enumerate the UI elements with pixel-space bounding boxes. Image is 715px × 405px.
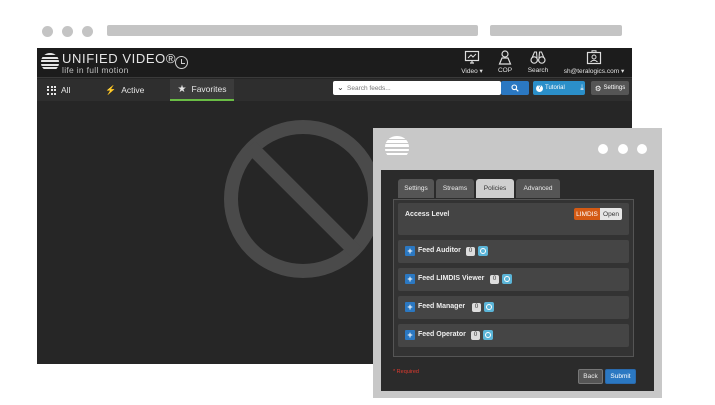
- info-icon[interactable]: [484, 302, 494, 312]
- bolt-icon: ⚡: [105, 84, 117, 95]
- star-icon: ★: [177, 83, 187, 95]
- policy-row-feed-limdis-viewer: + Feed LIMDIS Viewer 0: [398, 268, 629, 291]
- no-symbol-icon: [224, 120, 382, 278]
- tab-all[interactable]: All: [47, 79, 87, 101]
- window-dot-2: [62, 26, 73, 37]
- nav-search[interactable]: Search: [523, 50, 553, 74]
- window-dot-1: [598, 144, 608, 154]
- download-icon[interactable]: ⤓: [576, 81, 588, 95]
- help-icon: ?: [536, 84, 543, 92]
- info-icon[interactable]: [478, 246, 488, 256]
- settings-label: Settings: [603, 85, 626, 91]
- required-note: * Required: [393, 369, 419, 375]
- tab-all-label: All: [61, 85, 71, 95]
- back-button[interactable]: Back: [578, 369, 603, 384]
- tab-policies[interactable]: Policies: [476, 179, 514, 198]
- access-level-label: Access Level: [405, 211, 450, 218]
- nav-cop[interactable]: COP: [493, 50, 517, 74]
- nav-video-label: Video: [461, 68, 478, 75]
- add-icon[interactable]: +: [405, 302, 415, 312]
- window-dot-2: [618, 144, 628, 154]
- policy-row-feed-manager: + Feed Manager 0: [398, 296, 629, 319]
- tab-streams[interactable]: Streams: [436, 179, 474, 198]
- access-limdis-toggle[interactable]: LIMDIS: [574, 208, 600, 220]
- policy-name: Feed Auditor: [418, 247, 461, 254]
- nav-user[interactable]: sh@teralogics.com ▾: [561, 50, 627, 75]
- nav-video[interactable]: Video ▾: [457, 50, 487, 75]
- brand-title: UNIFIED VIDEO®: [62, 51, 177, 66]
- grid-icon: [47, 85, 56, 95]
- search-button[interactable]: [501, 81, 529, 95]
- address-bar: [107, 25, 478, 36]
- gear-icon: ⚙: [594, 83, 602, 93]
- tab-favorites-label: Favorites: [191, 84, 227, 94]
- settings-button[interactable]: ⚙ Settings: [591, 81, 629, 95]
- tutorial-label: Tutorial: [545, 85, 565, 91]
- policy-row-feed-auditor: + Feed Auditor 0: [398, 240, 629, 263]
- tab-advanced[interactable]: Advanced: [516, 179, 560, 198]
- policy-count-badge: 0: [472, 303, 481, 312]
- brand-logo-icon: [385, 136, 409, 159]
- policy-count-badge: 0: [490, 275, 499, 284]
- monitor-icon: [457, 50, 487, 66]
- search-input[interactable]: [347, 82, 497, 94]
- feed-policy-dialog: Settings Streams Policies Advanced Acces…: [373, 128, 662, 398]
- search-box: ⌄: [333, 81, 501, 95]
- access-level-row: Access Level LIMDIS Open: [398, 203, 629, 235]
- add-icon[interactable]: +: [405, 246, 415, 256]
- top-navbar: UNIFIED VIDEO® life in full motion Video…: [37, 48, 632, 78]
- policy-name: Feed Manager: [418, 303, 466, 310]
- policy-count-badge: 0: [466, 247, 475, 256]
- nav-cop-label: COP: [497, 67, 513, 74]
- clock-icon[interactable]: [175, 56, 188, 69]
- info-icon[interactable]: [502, 274, 512, 284]
- access-open-toggle[interactable]: Open: [600, 208, 622, 220]
- policy-name: Feed Operator: [418, 331, 466, 338]
- policy-count-badge: 0: [471, 331, 480, 340]
- tab-settings[interactable]: Settings: [398, 179, 434, 198]
- tab-favorites[interactable]: ★ Favorites: [170, 79, 234, 101]
- nav-search-label: Search: [527, 67, 549, 74]
- chevron-down-icon: ▾: [620, 68, 625, 75]
- tab-active-label: Active: [121, 85, 145, 95]
- brand-logo-icon: [41, 53, 59, 71]
- policy-row-feed-operator: + Feed Operator 0: [398, 324, 629, 347]
- chevron-down-icon: ▾: [479, 68, 483, 75]
- window-dot-1: [42, 26, 53, 37]
- binoculars-icon: [523, 50, 553, 66]
- person-icon: [493, 50, 517, 66]
- submit-button[interactable]: Submit: [605, 369, 636, 384]
- info-icon[interactable]: [483, 330, 493, 340]
- window-dot-3: [82, 26, 93, 37]
- policy-name: Feed LIMDIS Viewer: [418, 275, 485, 282]
- window-dot-3: [637, 144, 647, 154]
- chevron-down-icon[interactable]: ⌄: [337, 83, 344, 92]
- user-badge-icon: [561, 50, 627, 66]
- dialog-body: Settings Streams Policies Advanced Acces…: [381, 170, 654, 391]
- add-icon[interactable]: +: [405, 330, 415, 340]
- add-icon[interactable]: +: [405, 274, 415, 284]
- browser-toolbar-bar: [490, 25, 622, 36]
- tab-active[interactable]: ⚡ Active: [105, 79, 155, 101]
- brand-tagline: life in full motion: [62, 65, 129, 75]
- policies-panel: Access Level LIMDIS Open + Feed Auditor …: [393, 199, 634, 357]
- search-icon: [511, 84, 519, 92]
- nav-user-label: sh@teralogics.com: [563, 68, 620, 75]
